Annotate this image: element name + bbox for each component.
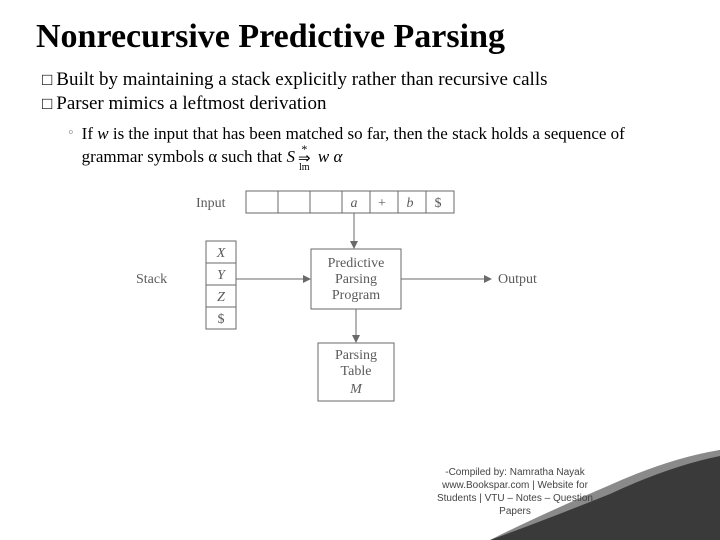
- program-line: Program: [332, 288, 380, 303]
- program-line: Parsing: [335, 272, 377, 287]
- input-label: Input: [196, 196, 226, 211]
- derives-symbol: *⇒lm: [298, 145, 311, 171]
- sub-bullet-text: If w is the input that has been matched …: [82, 123, 684, 171]
- output-label: Output: [498, 272, 537, 287]
- slide-title: Nonrecursive Predictive Parsing: [36, 18, 684, 55]
- footer-line: Students | VTU – Notes – Question: [400, 492, 630, 505]
- input-cell: b: [407, 196, 414, 211]
- input-cell: a: [351, 196, 358, 211]
- input-cell: +: [378, 196, 386, 211]
- table-line: Parsing: [335, 348, 377, 363]
- bullet-text: Built by maintaining a stack explicitly …: [56, 69, 547, 91]
- footer-line: -Compiled by: Namratha Nayak: [400, 466, 630, 479]
- square-icon: □: [42, 69, 52, 91]
- diagram: a + b $ Input Predictive Parsing Program…: [36, 181, 684, 411]
- sub-bullet-item: ◦ If w is the input that has been matche…: [68, 123, 684, 171]
- footer-line: www.Bookspar.com | Website for: [400, 479, 630, 492]
- table-line: Table: [341, 364, 372, 379]
- parser-diagram: a + b $ Input Predictive Parsing Program…: [96, 181, 596, 411]
- footer: -Compiled by: Namratha Nayak www.Bookspa…: [400, 466, 630, 518]
- footer-line: Papers: [400, 505, 630, 518]
- input-cell: $: [435, 196, 442, 211]
- bullet-text: Parser mimics a leftmost derivation: [56, 93, 326, 115]
- table-line: M: [349, 382, 363, 397]
- bullet-item: □ Built by maintaining a stack explicitl…: [42, 69, 684, 91]
- slide: Nonrecursive Predictive Parsing □ Built …: [0, 0, 720, 540]
- bullet-list: □ Built by maintaining a stack explicitl…: [36, 69, 684, 171]
- stack-label: Stack: [136, 272, 167, 287]
- circle-icon: ◦: [68, 123, 74, 144]
- stack-cell: $: [218, 312, 225, 327]
- stack-cell: Z: [217, 290, 225, 305]
- stack-cell: X: [216, 246, 226, 261]
- bullet-item: □ Parser mimics a leftmost derivation: [42, 93, 684, 115]
- square-icon: □: [42, 93, 52, 115]
- program-line: Predictive: [328, 256, 385, 271]
